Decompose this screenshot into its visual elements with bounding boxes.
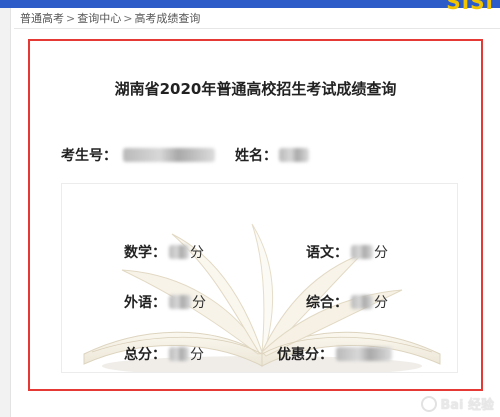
site-logo[interactable]: SISI	[446, 0, 494, 14]
score-panel: 数学： 分 语文： 分 外语： 分 综合： 分 总分： 分 优惠分：	[61, 183, 458, 373]
combined-unit: 分	[374, 295, 388, 311]
breadcrumb-separator: >	[66, 11, 76, 25]
total-score: 总分： 分	[124, 344, 204, 364]
paw-icon	[421, 395, 438, 412]
chinese-score: 语文： 分	[306, 242, 388, 262]
baidu-jingyan-watermark: Bai 经验	[421, 394, 494, 413]
combined-value-redacted	[351, 295, 373, 309]
math-label: 数学：	[124, 245, 166, 261]
math-value-redacted	[169, 245, 189, 259]
exam-id-label: 考生号：	[61, 148, 117, 164]
total-value-redacted	[169, 347, 189, 361]
english-label: 外语：	[124, 295, 166, 311]
english-unit: 分	[192, 295, 206, 311]
name-value-redacted	[279, 148, 309, 162]
english-score: 外语： 分	[124, 292, 206, 312]
open-book-icon	[83, 223, 441, 372]
english-value-redacted	[169, 295, 191, 309]
exam-id-value-redacted	[123, 148, 215, 162]
total-unit: 分	[190, 347, 204, 363]
breadcrumb-current-page[interactable]: 高考成绩查询	[134, 10, 200, 26]
bonus-value-redacted	[336, 347, 392, 361]
breadcrumb: 普通高考 > 查询中心 > 高考成绩查询	[20, 10, 200, 26]
chinese-value-redacted	[351, 245, 373, 259]
breadcrumb-link-gaokao[interactable]: 普通高考	[20, 10, 64, 26]
watermark-text: Bai 经验	[440, 398, 494, 413]
chinese-unit: 分	[374, 245, 388, 261]
bonus-label: 优惠分：	[277, 347, 333, 363]
breadcrumb-divider	[14, 28, 500, 29]
math-unit: 分	[190, 245, 204, 261]
breadcrumb-link-query-center[interactable]: 查询中心	[77, 10, 121, 26]
score-result-card: 湖南省2020年普通高校招生考试成绩查询 考生号： 姓名： 数学： 分 语文： …	[28, 39, 483, 391]
breadcrumb-separator: >	[123, 11, 133, 25]
combined-label: 综合：	[306, 295, 348, 311]
chinese-label: 语文：	[306, 245, 348, 261]
left-rail	[0, 8, 11, 417]
page-title: 湖南省2020年普通高校招生考试成绩查询	[114, 80, 397, 98]
math-score: 数学： 分	[124, 242, 204, 262]
combined-score: 综合： 分	[306, 292, 388, 312]
name-label: 姓名：	[235, 148, 277, 164]
bonus-score: 优惠分：	[277, 344, 392, 364]
top-bar: SISI	[0, 0, 500, 14]
candidate-info-row: 考生号： 姓名：	[61, 145, 309, 165]
total-label: 总分：	[124, 347, 166, 363]
